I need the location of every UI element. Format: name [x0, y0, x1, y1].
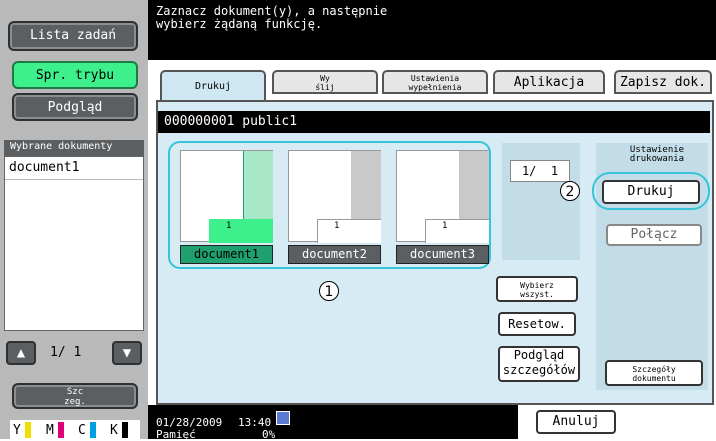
page-counter: 1/ 1 — [510, 160, 570, 182]
page-marker — [317, 219, 381, 243]
reset-button[interactable]: Resetow. — [498, 312, 576, 336]
toner-c-bar — [90, 422, 96, 438]
page-strip — [459, 151, 489, 221]
sidebar-page-indicator: 1/ 1 — [50, 345, 82, 360]
selection-marker — [209, 219, 273, 243]
status-memory-label: Pamięć — [156, 428, 196, 441]
status-memory-value: 0% — [262, 428, 276, 441]
callout-number-1: 1 — [319, 281, 339, 301]
select-all-button[interactable]: Wybierz wszyst. — [496, 276, 578, 302]
page-marker — [425, 219, 489, 243]
preview-button[interactable]: Podgląd — [12, 93, 138, 121]
document-name-label: document3 — [396, 245, 489, 264]
document-tile[interactable]: 1 document2 — [288, 150, 381, 266]
page-down-button[interactable]: ▼ — [112, 341, 142, 365]
page-strip — [243, 151, 273, 221]
document-thumbnail: 1 — [288, 150, 381, 243]
tab-print[interactable]: Drukuj — [160, 70, 266, 102]
toner-m-bar — [58, 422, 64, 438]
document-tile[interactable]: 1 document1 — [180, 150, 273, 266]
toner-m-label: M — [46, 423, 54, 438]
toner-y-label: Y — [13, 423, 21, 438]
page-up-button[interactable]: ▲ — [6, 341, 36, 365]
job-list-button[interactable]: Lista zadań — [8, 21, 138, 51]
selected-doc-item[interactable]: document1 — [5, 157, 143, 180]
toner-k-label: K — [110, 423, 118, 438]
combine-button[interactable]: Połącz — [606, 224, 702, 246]
tab-fill-settings[interactable]: Ustawienia wypełnienia — [382, 70, 488, 94]
toner-c-label: C — [78, 423, 86, 438]
page-count: 1 — [226, 221, 232, 231]
instruction-message: Zaznacz dokument(y), a następnie wybierz… — [156, 4, 388, 31]
mode-check-button[interactable]: Spr. trybu — [12, 61, 138, 89]
selected-docs-list: document1 — [4, 156, 144, 331]
details-button[interactable]: Szc zeg. — [12, 383, 138, 409]
document-name-label: document2 — [288, 245, 381, 264]
tab-save-document[interactable]: Zapisz dok. — [614, 70, 712, 94]
document-tile[interactable]: 1 document3 — [396, 150, 489, 266]
callout-number-2: 2 — [560, 181, 580, 201]
toner-y-bar — [25, 422, 31, 438]
document-thumbnail: 1 — [396, 150, 489, 243]
document-thumbnail: 1 — [180, 150, 273, 243]
tab-application[interactable]: Aplikacja — [493, 70, 605, 94]
selected-docs-header: Wybrane dokumenty — [4, 140, 144, 156]
print-button[interactable]: Drukuj — [602, 180, 700, 204]
network-icon — [276, 411, 290, 425]
toner-k-bar — [122, 422, 128, 438]
tab-send[interactable]: Wy ślij — [272, 70, 378, 94]
page-count: 1 — [442, 221, 448, 231]
toner-indicator: Y M C K — [10, 420, 140, 439]
folder-path: 000000001 public1 — [158, 111, 710, 133]
page-count: 1 — [334, 221, 340, 231]
document-details-button[interactable]: Szczegóły dokumentu — [605, 360, 703, 386]
print-settings-header: Ustawienie drukowania — [629, 145, 685, 164]
page-strip — [351, 151, 381, 221]
document-name-label: document1 — [180, 245, 273, 264]
detail-preview-button[interactable]: Podgląd szczegółów — [498, 346, 580, 382]
cancel-button[interactable]: Anuluj — [536, 410, 616, 434]
